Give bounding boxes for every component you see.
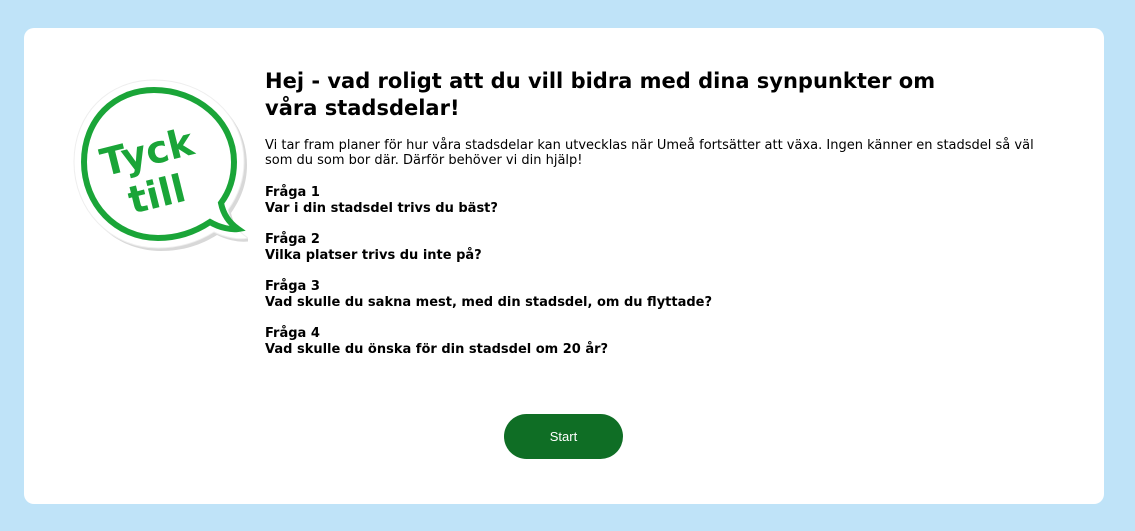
question-label: Fråga 3 bbox=[265, 279, 320, 294]
question-label: Fråga 2 bbox=[265, 232, 320, 247]
tyck-till-logo: Tyck till bbox=[73, 79, 248, 251]
start-button[interactable]: Start bbox=[504, 414, 623, 459]
question-item: Fråga 3 Vad skulle du sakna mest, med di… bbox=[265, 279, 1065, 311]
question-label: Fråga 1 bbox=[265, 185, 320, 200]
question-item: Fråga 1 Var i din stadsdel trivs du bäst… bbox=[265, 185, 1065, 217]
content: Hej - vad roligt att du vill bidra med d… bbox=[265, 68, 1065, 373]
question-list: Fråga 1 Var i din stadsdel trivs du bäst… bbox=[265, 185, 1065, 358]
question-text: Vad skulle du sakna mest, med din stadsd… bbox=[265, 295, 713, 310]
question-item: Fråga 4 Vad skulle du önska för din stad… bbox=[265, 326, 1065, 358]
question-text: Vilka platser trivs du inte på? bbox=[265, 248, 482, 263]
question-text: Vad skulle du önska för din stadsdel om … bbox=[265, 342, 609, 357]
page-title: Hej - vad roligt att du vill bidra med d… bbox=[265, 69, 936, 120]
question-text: Var i din stadsdel trivs du bäst? bbox=[265, 201, 498, 216]
intro-text: Vi tar fram planer för hur våra stadsdel… bbox=[265, 138, 1034, 168]
question-item: Fråga 2 Vilka platser trivs du inte på? bbox=[265, 232, 1065, 264]
main-card: Tyck till Hej - vad roligt att du vill b… bbox=[24, 28, 1104, 504]
question-label: Fråga 4 bbox=[265, 326, 320, 341]
